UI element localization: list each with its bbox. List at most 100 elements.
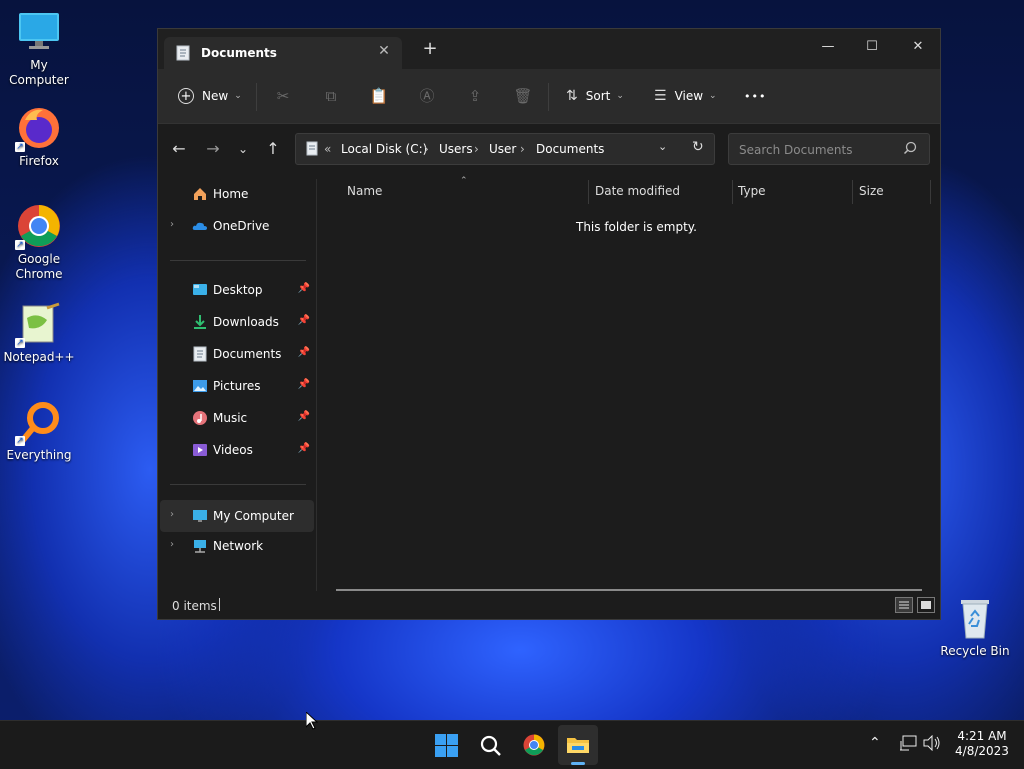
sidebar-item-label: Network	[213, 539, 264, 553]
pin-icon[interactable]: 📌	[298, 315, 310, 326]
chrome-icon: ↗	[15, 204, 61, 250]
pin-icon[interactable]: 📌	[298, 411, 310, 422]
column-divider[interactable]	[588, 180, 589, 204]
breadcrumb-local-disk[interactable]: Local Disk (C:)	[341, 142, 427, 156]
desktop-icon-chrome[interactable]: ↗ Google Chrome	[1, 204, 77, 282]
start-icon	[435, 734, 458, 760]
taskbar-chrome-button[interactable]	[514, 725, 554, 765]
system-clock[interactable]: 4:21 AM 4/8/2023	[946, 729, 1018, 759]
desktop-icon-notepadpp[interactable]: ↗ Notepad++	[1, 302, 77, 365]
desktop-icon-my-computer[interactable]: My Computer	[1, 10, 77, 88]
sidebar-item-pictures[interactable]: Pictures 📌	[160, 372, 314, 400]
sidebar-item-label: Music	[213, 411, 248, 425]
search-box[interactable]	[728, 133, 930, 165]
breadcrumb-users[interactable]: Users	[439, 142, 473, 156]
sidebar-item-onedrive[interactable]: › OneDrive	[160, 212, 314, 240]
taskbar-file-explorer-button[interactable]	[558, 725, 598, 765]
column-header-type[interactable]: Type	[738, 184, 766, 198]
back-arrow-icon[interactable]: ←	[166, 136, 192, 162]
new-tab-button[interactable]: +	[420, 39, 440, 59]
breadcrumb-overflow[interactable]: «	[324, 142, 331, 156]
document-icon	[176, 45, 190, 64]
sidebar-item-label: Documents	[213, 347, 282, 361]
sidebar-item-downloads[interactable]: Downloads 📌	[160, 308, 314, 336]
more-options-button[interactable]: •••	[744, 81, 766, 111]
taskbar-search-button[interactable]	[470, 725, 510, 765]
tab-documents[interactable]: Documents ✕	[164, 37, 402, 69]
breadcrumb-documents[interactable]: Documents	[536, 142, 604, 156]
refresh-icon[interactable]: ↻	[692, 139, 704, 155]
column-divider[interactable]	[852, 180, 853, 204]
firefox-icon: ↗	[15, 106, 61, 152]
sidebar-item-music[interactable]: Music 📌	[160, 404, 314, 432]
pin-icon[interactable]: 📌	[298, 283, 310, 294]
show-hidden-icons-chevron-icon[interactable]: ⌃	[869, 735, 881, 751]
desktop-icon-label: Recycle Bin	[940, 644, 1010, 658]
sort-label: Sort	[585, 89, 611, 103]
minimize-button[interactable]: —	[806, 33, 850, 61]
view-button[interactable]: ☰ View ⌄	[654, 81, 717, 111]
rename-icon[interactable]: Ⓐ	[416, 85, 438, 107]
expand-chevron-icon[interactable]: ›	[170, 219, 174, 230]
pane-splitter[interactable]	[316, 179, 317, 595]
sidebar-item-desktop[interactable]: Desktop 📌	[160, 276, 314, 304]
sort-icon: ⇅	[566, 88, 578, 104]
details-view-button[interactable]	[895, 597, 913, 613]
forward-arrow-icon[interactable]: →	[200, 136, 226, 162]
document-icon	[192, 346, 208, 362]
pin-icon[interactable]: 📌	[298, 443, 310, 454]
column-header-size[interactable]: Size	[859, 184, 884, 198]
address-dropdown-chevron-icon[interactable]: ⌄	[658, 140, 667, 153]
sidebar-item-label: Videos	[213, 443, 253, 457]
sidebar-item-documents[interactable]: Documents 📌	[160, 340, 314, 368]
share-icon[interactable]: ⇪	[464, 85, 486, 107]
column-header-date-modified[interactable]: Date modified	[595, 184, 680, 198]
cut-icon[interactable]: ✂	[272, 85, 294, 107]
search-icon[interactable]	[903, 141, 917, 158]
sidebar-item-home[interactable]: Home	[160, 180, 314, 208]
delete-icon[interactable]: 🗑	[512, 85, 534, 107]
recent-locations-chevron-icon[interactable]: ⌄	[230, 136, 256, 162]
expand-chevron-icon[interactable]: ›	[170, 509, 174, 520]
breadcrumb-user[interactable]: User	[489, 142, 516, 156]
start-button[interactable]	[426, 725, 466, 765]
address-bar[interactable]: « Local Disk (C:) › Users › User › Docum…	[295, 133, 715, 165]
column-divider[interactable]	[732, 180, 733, 204]
sidebar-divider	[170, 484, 306, 485]
desktop-icon-firefox[interactable]: ↗ Firefox	[1, 106, 77, 169]
new-button[interactable]: + New ⌄	[178, 81, 242, 111]
mouse-cursor-icon	[305, 710, 319, 733]
chevron-down-icon: ⌄	[616, 91, 624, 101]
column-header-name[interactable]: Name	[347, 184, 382, 198]
tiles-view-button[interactable]	[917, 597, 935, 613]
close-tab-icon[interactable]: ✕	[376, 43, 392, 59]
video-icon	[192, 442, 208, 458]
command-bar: + New ⌄ ✂ ⧉ 📋 Ⓐ ⇪ 🗑 ⇅ Sort ⌄ ☰ View ⌄ ••…	[158, 69, 940, 124]
sidebar-item-my-computer[interactable]: › My Computer	[160, 500, 314, 532]
paste-icon[interactable]: 📋	[368, 85, 390, 107]
sidebar-item-videos[interactable]: Videos 📌	[160, 436, 314, 464]
breadcrumb-separator-icon: ›	[474, 142, 479, 156]
maximize-button[interactable]: ☐	[850, 33, 894, 61]
sort-button[interactable]: ⇅ Sort ⌄	[566, 81, 624, 111]
column-divider[interactable]	[930, 180, 931, 204]
volume-icon[interactable]	[923, 734, 941, 755]
title-bar: Documents ✕ + — ☐ ✕	[158, 29, 940, 69]
expand-chevron-icon[interactable]: ›	[170, 539, 174, 550]
desktop-icon-everything[interactable]: ↗ Everything	[1, 400, 77, 463]
up-arrow-icon[interactable]: ↑	[260, 136, 286, 162]
picture-icon	[192, 378, 208, 394]
search-icon	[480, 735, 502, 760]
pin-icon[interactable]: 📌	[298, 379, 310, 390]
copy-icon[interactable]: ⧉	[320, 85, 342, 107]
sidebar-item-network[interactable]: › Network	[160, 532, 314, 560]
search-input[interactable]	[737, 140, 901, 160]
close-window-button[interactable]: ✕	[896, 33, 940, 61]
desktop-icon-label: Google Chrome	[15, 252, 63, 281]
network-status-icon[interactable]	[899, 735, 917, 755]
plus-circle-icon: +	[178, 88, 194, 104]
desktop-icon-recycle-bin[interactable]: Recycle Bin	[937, 596, 1013, 659]
shortcut-arrow-icon: ↗	[15, 240, 25, 250]
pin-icon[interactable]: 📌	[298, 347, 310, 358]
music-icon	[192, 410, 208, 426]
